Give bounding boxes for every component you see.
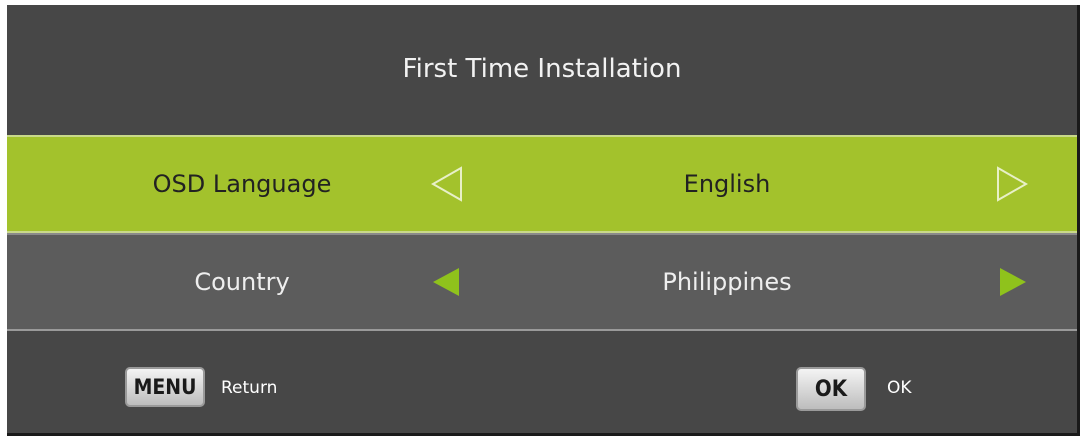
right-arrow-icon[interactable] <box>992 262 1032 302</box>
ok-key-button[interactable]: OK <box>796 367 866 411</box>
dialog-title: First Time Installation <box>402 54 682 84</box>
menu-key-button[interactable]: MENU <box>125 367 205 407</box>
ok-hint: OK <box>887 378 912 398</box>
left-arrow-icon[interactable] <box>427 262 467 302</box>
right-arrow-outline-icon[interactable] <box>992 164 1032 204</box>
osd-language-row[interactable]: OSD Language English <box>7 135 1077 233</box>
osd-language-label: OSD Language <box>152 170 332 198</box>
osd-language-value: English <box>683 170 771 198</box>
country-row[interactable]: Country Philippines <box>7 233 1077 331</box>
country-value: Philippines <box>662 268 792 296</box>
left-arrow-outline-icon[interactable] <box>427 164 467 204</box>
return-hint: Return <box>221 378 278 398</box>
first-time-installation-dialog: First Time Installation OSD Language Eng… <box>7 5 1080 436</box>
footer-hints: MENU Return OK OK <box>7 331 1077 433</box>
country-label: Country <box>194 268 290 296</box>
